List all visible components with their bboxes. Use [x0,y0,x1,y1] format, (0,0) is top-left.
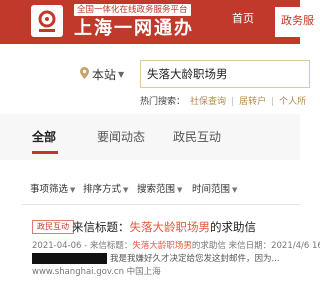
result-meta-prefix: - 来信标题： [81,241,133,251]
filter-sort[interactable]: 排序方式 ▼ [83,181,128,195]
result-meta-highlight: 失落大龄职场男 [132,241,192,251]
tab-interaction[interactable]: 政民互动 [173,128,221,145]
filter-scope[interactable]: 搜索范围 ▼ [137,181,182,195]
chevron-down-icon: ▼ [232,186,238,194]
chevron-down-icon: ▼ [70,186,76,194]
site-header: 全国一体化在线政务服务平台 上海一网通办 首页 政务服务 [0,0,315,44]
result-snippet: 我是我嫌好久才决定给您发这封邮件，因为... [32,252,280,264]
search-input[interactable] [147,67,307,81]
redacted-block [32,253,107,264]
result-date-2: 2021/4/6 16: [271,241,320,251]
chevron-down-icon: ▼ [177,186,183,194]
result-title[interactable]: 来信标题：失落大龄职场男的求助信 [72,219,256,235]
tab-news[interactable]: 要闻动态 [97,128,145,145]
result-meta: 2021-04-06 - 来信标题：失落大龄职场男的求助信 来信日期：2021/… [32,239,320,251]
hot-search-item[interactable]: 居转户 [239,97,266,107]
divider: | [271,97,275,107]
filter-item-type[interactable]: 事项筛选 ▼ [30,181,75,195]
chevron-down-icon: ▼ [118,70,125,79]
result-url[interactable]: www.shanghai.gov.cn 中国上海 [32,265,161,277]
nav-home[interactable]: 首页 [232,11,254,27]
hot-searches-label: 热门搜索： [140,97,186,107]
filter-time[interactable]: 时间范围 ▼ [192,181,237,195]
result-title-suffix: 的求助信 [210,220,256,234]
result-title-highlight: 失落大龄职场男 [129,220,211,234]
site-logo[interactable] [31,5,63,37]
result-snippet-text: 我是我嫌好久才决定给您发这封邮件，因为... [110,254,280,264]
hot-searches: 热门搜索： 社保查询 | 居转户 | 个人所 [140,94,306,107]
hot-search-item[interactable]: 社保查询 [190,97,226,107]
result-tabs: 全部 要闻动态 政民互动 [0,114,300,160]
tab-all[interactable]: 全部 [32,128,56,145]
category-badge: 政民互动 [32,220,74,234]
active-tab-indicator [32,151,58,154]
filter-label: 时间范围 [192,184,231,195]
filter-label: 事项筛选 [30,184,69,195]
result-date: 2021-04-06 [32,241,82,251]
search-box [140,60,310,88]
result-title-prefix: 来信标题： [72,220,130,234]
brand-subtitle: 全国一体化在线政务服务平台 [74,4,191,16]
brand-title[interactable]: 上海一网通办 [74,17,194,41]
location-pin-icon [80,67,89,82]
filter-label: 搜索范围 [137,184,176,195]
filter-label: 排序方式 [83,184,122,195]
filter-bar: 事项筛选 ▼ 排序方式 ▼ 搜索范围 ▼ 时间范围 ▼ [0,175,300,199]
result-meta-suffix: 的求助信 来信日期： [191,241,272,251]
search-result: 政民互动 来信标题：失落大龄职场男的求助信 2021-04-06 - 来信标题：… [0,219,320,300]
nav-gov-services[interactable]: 政务服务 [275,7,315,37]
hot-search-item[interactable]: 个人所 [279,97,306,107]
site-scope-select[interactable]: 本站 ▼ [80,66,124,83]
site-scope-label: 本站 [92,68,117,82]
chevron-down-icon: ▼ [123,186,129,194]
search-area: 本站 ▼ 热门搜索： 社保查询 | 居转户 | 个人所 [0,44,310,114]
logo-icon [38,10,56,32]
divider [22,204,300,205]
divider: | [231,97,235,107]
